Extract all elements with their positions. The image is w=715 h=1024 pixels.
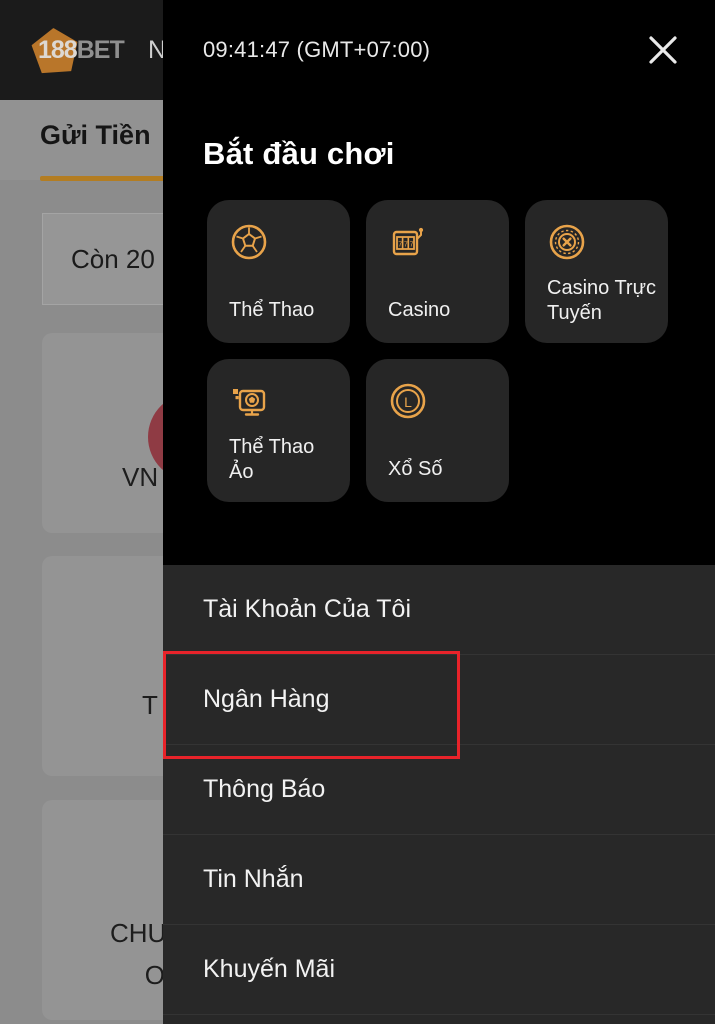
- menu-item-khuyen-mai[interactable]: Khuyến Mãi: [163, 925, 715, 1015]
- tile-label: Casino Trực Tuyến: [547, 277, 656, 324]
- menu-item-ngan-hang[interactable]: Ngân Hàng: [163, 655, 715, 745]
- background-tab-deposit[interactable]: Gửi Tiền: [40, 120, 151, 151]
- menu-item-label: Tài Khoản Của Tôi: [203, 595, 411, 623]
- logo-188-text: 188: [38, 35, 78, 64]
- tile-label: Thể Thao Ảo: [229, 436, 315, 483]
- svg-text:L: L: [404, 394, 412, 410]
- tile-casino[interactable]: 7 7 7 Casino: [366, 200, 509, 343]
- svg-text:7: 7: [398, 242, 402, 249]
- close-icon[interactable]: [641, 28, 685, 72]
- start-playing-section: Bắt đầu chơi Thể Thao 7 7 7 Casino Casin…: [163, 100, 715, 565]
- slot-machine-icon: 7 7 7: [388, 222, 428, 262]
- background-t-label: T: [142, 690, 158, 720]
- casino-chip-icon: [547, 222, 587, 262]
- start-playing-title: Bắt đầu chơi: [203, 136, 395, 171]
- svg-text:7: 7: [410, 242, 414, 249]
- tile-xo-so[interactable]: L Xổ Số: [366, 359, 509, 502]
- drawer-header: 09:41:47 (GMT+07:00): [163, 0, 715, 100]
- navigation-drawer: 09:41:47 (GMT+07:00) Bắt đầu chơi Thể Th…: [163, 0, 715, 1024]
- background-chu-line1: CHU: [110, 918, 167, 948]
- virtual-sports-monitor-icon: [229, 381, 269, 421]
- svg-text:7: 7: [404, 242, 408, 249]
- tile-label: Casino: [388, 299, 451, 321]
- account-menu-list: Tài Khoản Của Tôi Ngân Hàng Thông Báo Ti…: [163, 565, 715, 1015]
- logo-bet-text: BET: [76, 35, 125, 64]
- background-chu-line2: O: [144, 960, 165, 990]
- tile-casino-truc-tuyen[interactable]: Casino Trực Tuyến: [525, 200, 668, 343]
- tile-the-thao[interactable]: Thể Thao: [207, 200, 350, 343]
- menu-item-label: Tin Nhắn: [203, 865, 304, 893]
- background-vn-label: VN: [122, 462, 159, 492]
- menu-item-tai-khoan-cua-toi[interactable]: Tài Khoản Của Tôi: [163, 565, 715, 655]
- lottery-icon: L: [388, 381, 428, 421]
- soccer-ball-icon: [229, 222, 269, 262]
- tile-the-thao-ao[interactable]: Thể Thao Ảo: [207, 359, 350, 502]
- brand-logo[interactable]: 188 BET: [18, 27, 125, 73]
- clock-label: 09:41:47 (GMT+07:00): [203, 37, 431, 62]
- tile-label: Xổ Số: [388, 458, 443, 480]
- app-screenshot: 188 BET Ngà Gửi Tiền Còn 20 l VN T CHU O…: [0, 0, 715, 1024]
- menu-item-thong-bao[interactable]: Thông Báo: [163, 745, 715, 835]
- game-category-grid: Thể Thao 7 7 7 Casino Casino Trực Tuyến …: [163, 172, 683, 502]
- menu-item-label: Thông Báo: [203, 775, 326, 803]
- background-chu-label: CHU O: [110, 912, 167, 996]
- tile-label: Thể Thao: [229, 299, 315, 321]
- menu-item-label: Ngân Hàng: [203, 685, 330, 713]
- menu-item-tin-nhan[interactable]: Tin Nhắn: [163, 835, 715, 925]
- menu-item-label: Khuyến Mãi: [203, 955, 336, 983]
